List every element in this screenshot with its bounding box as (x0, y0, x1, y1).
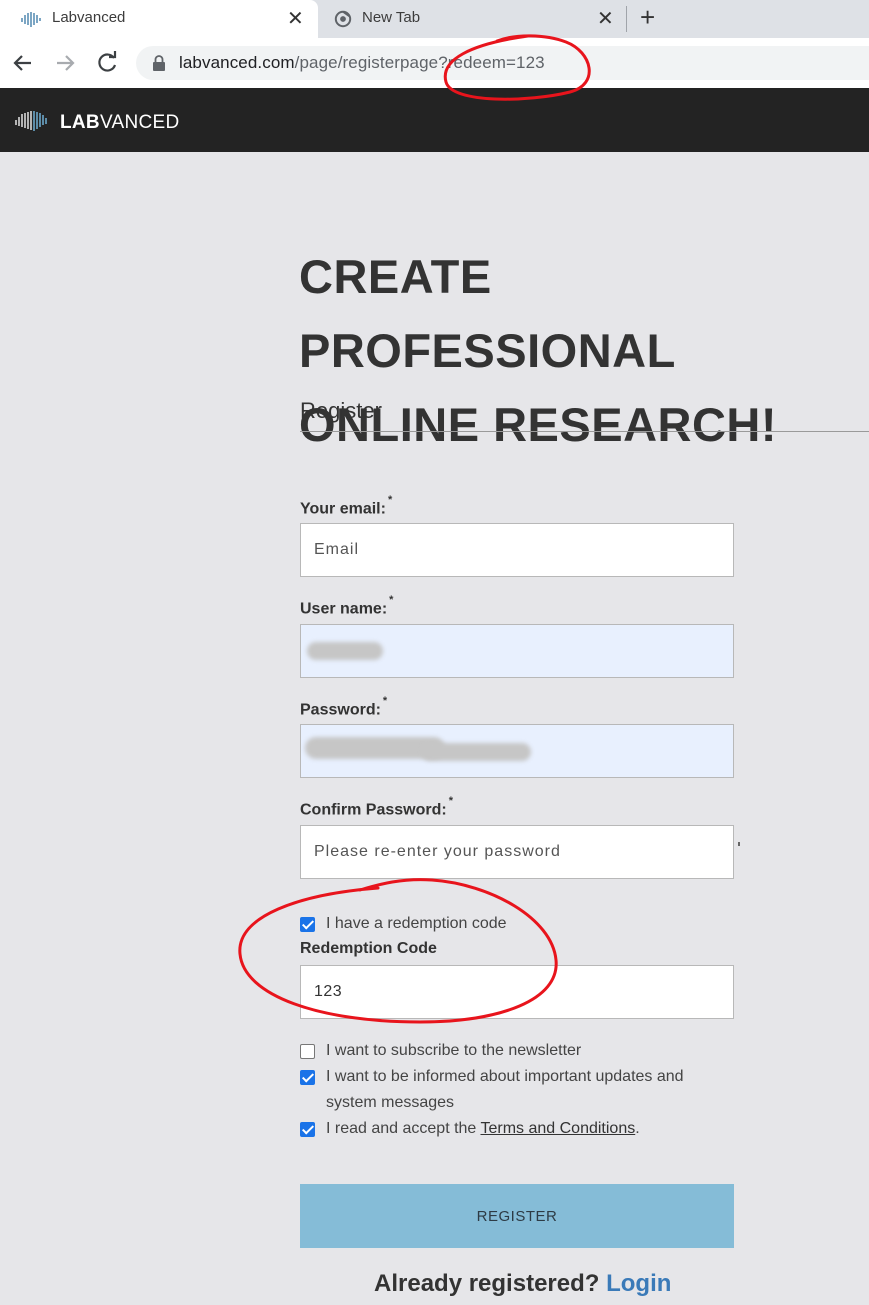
forward-arrow-icon[interactable] (50, 48, 80, 78)
new-tab-button[interactable]: + (640, 2, 655, 33)
labvanced-favicon-icon (21, 12, 41, 27)
address-bar[interactable]: labvanced.com/page/registerpage?redeem=1… (136, 46, 869, 80)
labvanced-logo-icon[interactable] (14, 110, 50, 132)
back-arrow-icon[interactable] (8, 48, 38, 78)
required-mark: * (387, 494, 393, 506)
tab-new-tab[interactable]: New Tab ✕ (318, 0, 626, 38)
redemption-checkbox-label: I have a redemption code (326, 915, 507, 932)
page-headline: CREATE PROFESSIONAL ONLINE RESEARCH! (299, 240, 859, 462)
updates-checkbox-label: I want to be informed about important up… (326, 1068, 684, 1111)
confirm-password-input[interactable]: Please re-enter your password (300, 825, 734, 879)
browser-toolbar: labvanced.com/page/registerpage?redeem=1… (0, 38, 869, 88)
tab-close-icon[interactable]: ✕ (597, 6, 614, 31)
newsletter-checkbox[interactable] (300, 1044, 315, 1059)
required-mark: * (448, 795, 453, 807)
site-header: LABVANCED (0, 88, 869, 152)
logo-bold: LAB (60, 112, 100, 133)
tab-labvanced[interactable]: Labvanced ✕ (0, 0, 318, 38)
redemption-checkbox[interactable] (300, 917, 315, 932)
url-host: labvanced.com (179, 53, 295, 72)
tab-close-icon[interactable]: ✕ (287, 6, 304, 31)
username-input[interactable] (300, 624, 734, 678)
newsletter-checkbox-label: I want to subscribe to the newsletter (326, 1042, 582, 1059)
redemption-code-label: Redemption Code (300, 940, 437, 957)
terms-link[interactable]: Terms and Conditions (480, 1120, 635, 1137)
username-label: User name:* (300, 594, 394, 618)
updates-checkbox[interactable] (300, 1070, 315, 1085)
terms-checkbox[interactable] (300, 1122, 315, 1137)
url-text: labvanced.com/page/registerpage?redeem=1… (179, 53, 545, 73)
browser-tabstrip: Labvanced ✕ New Tab ✕ + (0, 0, 869, 38)
chrome-icon (334, 10, 352, 28)
tab-title: Labvanced (52, 9, 126, 26)
redemption-code-input[interactable]: 123 (300, 965, 734, 1019)
register-button[interactable]: REGISTER (300, 1184, 734, 1248)
already-registered-text: Already registered? Login (374, 1270, 672, 1297)
logo-wordmark[interactable]: LABVANCED (60, 112, 180, 134)
url-path: /page/registerpage?redeem=123 (294, 53, 545, 72)
tab-separator (626, 6, 627, 32)
required-mark: * (382, 695, 388, 707)
email-label: Your email:* (300, 494, 393, 518)
required-mark: * (389, 594, 394, 606)
register-section-title: Register (300, 398, 382, 423)
password-label: Password:* (300, 695, 388, 719)
headline-line-2: ONLINE RESEARCH! (299, 398, 778, 451)
headline-line-1: CREATE PROFESSIONAL (299, 250, 676, 377)
email-input[interactable]: Email (300, 523, 734, 577)
reload-icon[interactable] (92, 48, 122, 78)
redacted-username (307, 642, 383, 660)
logo-rest: VANCED (99, 112, 180, 133)
confirm-password-label: Confirm Password:* (300, 795, 453, 819)
stray-mark (738, 842, 740, 846)
lock-icon (153, 55, 165, 71)
tab-title: New Tab (362, 9, 421, 26)
redacted-password-tail (421, 743, 531, 761)
password-input[interactable] (300, 724, 734, 778)
section-divider (300, 431, 869, 432)
login-link[interactable]: Login (606, 1270, 671, 1297)
terms-checkbox-label: I read and accept the Terms and Conditio… (326, 1120, 640, 1137)
